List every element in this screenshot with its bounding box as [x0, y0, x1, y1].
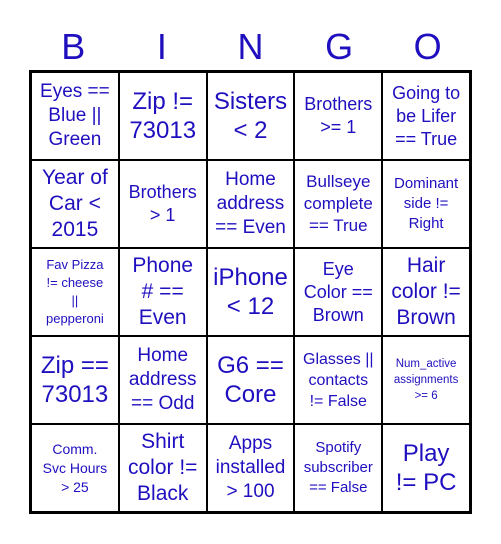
cell-text: Hair color != Brown: [391, 254, 461, 329]
cell-text: iPhone < 12: [213, 264, 288, 320]
cell-text: G6 == Core: [217, 352, 284, 408]
cell-text: Home address == Even: [215, 169, 286, 238]
bingo-cell[interactable]: Dominant side != Right: [382, 160, 470, 248]
header-letter-i: I: [156, 26, 167, 67]
bingo-header: B I N G O: [29, 24, 472, 70]
bingo-cell[interactable]: Bullseye complete == True: [294, 160, 383, 248]
bingo-cell[interactable]: Zip == 73013: [31, 336, 119, 424]
cell-text: Fav Pizza != cheese || pepperoni: [45, 257, 104, 326]
header-letter-g: G: [325, 26, 354, 67]
bingo-cell[interactable]: Glasses || contacts != False: [294, 336, 383, 424]
header-letter-b: B: [61, 26, 86, 67]
cell-text: Dominant side != Right: [393, 175, 459, 232]
cell-text: Going to be Lifer == True: [392, 82, 461, 149]
cell-text: Eye Color == Brown: [303, 258, 373, 325]
cell-text: Num_active assignments >= 6: [393, 358, 459, 402]
bingo-cell[interactable]: Brothers > 1: [118, 160, 207, 248]
cell-text: Spotify subscriber == False: [303, 439, 373, 496]
bingo-cell[interactable]: Eye Color == Brown: [294, 248, 383, 336]
bingo-cell[interactable]: Zip != 73013: [118, 72, 207, 160]
bingo-cell[interactable]: Shirt color != Black: [118, 424, 207, 512]
header-letter-o: O: [413, 26, 442, 67]
bingo-grid: Eyes == Blue || Green Zip != 73013 Siste…: [29, 70, 472, 514]
cell-text: Sisters < 2: [213, 88, 288, 144]
bingo-cell[interactable]: Sisters < 2: [206, 72, 295, 160]
bingo-cell[interactable]: Eyes == Blue || Green: [31, 72, 119, 160]
bingo-cell[interactable]: Play != PC: [382, 424, 470, 512]
bingo-cell[interactable]: iPhone < 12: [206, 248, 295, 336]
cell-text: Brothers > 1: [128, 182, 197, 225]
cell-text: Shirt color != Black: [127, 430, 198, 505]
cell-text: Apps installed > 100: [215, 433, 286, 502]
bingo-cell[interactable]: Home address == Even: [206, 160, 295, 248]
bingo-cell[interactable]: Num_active assignments >= 6: [382, 336, 470, 424]
cell-text: Brothers >= 1: [304, 94, 373, 137]
bingo-cell[interactable]: Comm. Svc Hours > 25: [31, 424, 119, 512]
cell-text: Home address == Odd: [128, 345, 197, 414]
bingo-cell[interactable]: Phone # == Even: [118, 248, 207, 336]
bingo-cell[interactable]: Brothers >= 1: [294, 72, 383, 160]
bingo-cell[interactable]: Going to be Lifer == True: [382, 72, 470, 160]
header-letter-n: N: [237, 26, 264, 67]
cell-text: Play != PC: [395, 440, 457, 496]
bingo-cell[interactable]: Spotify subscriber == False: [294, 424, 383, 512]
cell-text: Eyes == Blue || Green: [40, 81, 110, 150]
bingo-cell[interactable]: Apps installed > 100: [206, 424, 295, 512]
cell-text: Year of Car < 2015: [42, 166, 108, 241]
bingo-cell[interactable]: Hair color != Brown: [382, 248, 470, 336]
cell-text: Comm. Svc Hours > 25: [42, 440, 108, 495]
cell-text: Phone # == Even: [132, 254, 194, 329]
bingo-cell[interactable]: G6 == Core: [206, 336, 295, 424]
cell-text: Zip != 73013: [129, 88, 197, 144]
cell-text: Bullseye complete == True: [303, 172, 373, 235]
cell-text: Glasses || contacts != False: [303, 350, 374, 410]
bingo-cell[interactable]: Home address == Odd: [118, 336, 207, 424]
bingo-cell[interactable]: Fav Pizza != cheese || pepperoni: [31, 248, 119, 336]
bingo-cell[interactable]: Year of Car < 2015: [31, 160, 119, 248]
cell-text: Zip == 73013: [40, 352, 109, 408]
